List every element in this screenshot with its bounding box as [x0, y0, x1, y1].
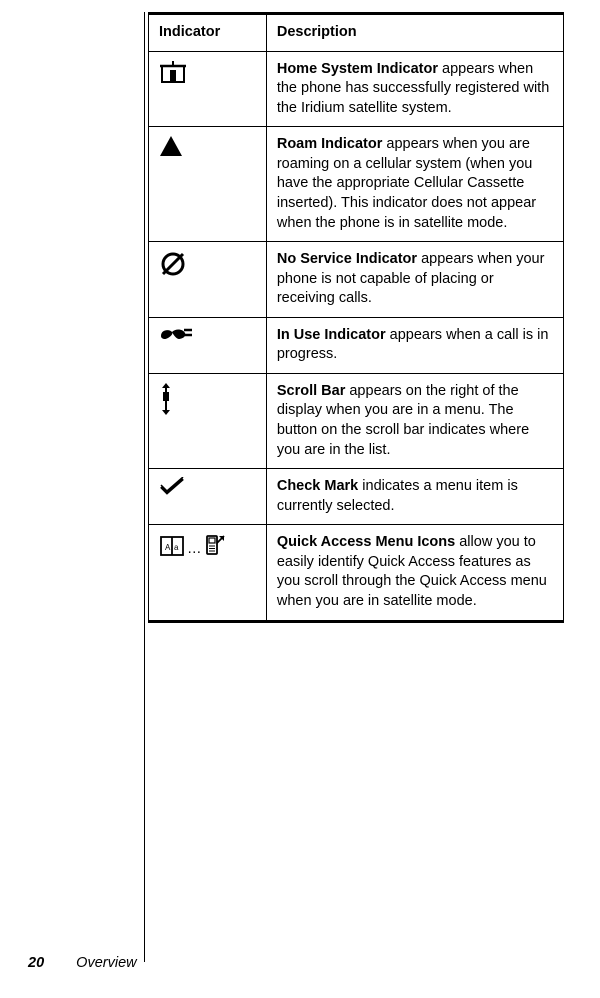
desc-cell: Roam Indicator appears when you are roam… — [266, 127, 563, 242]
icon-cell — [149, 317, 267, 373]
desc-bold: In Use Indicator — [277, 327, 386, 343]
desc-cell: No Service Indicator appears when your p… — [266, 242, 563, 318]
roam-icon — [159, 135, 183, 164]
table-row: No Service Indicator appears when your p… — [149, 242, 564, 318]
indicator-table: Indicator Description — [148, 12, 564, 623]
table-row: Scroll Bar appears on the right of the d… — [149, 373, 564, 468]
icon-cell — [149, 469, 267, 525]
table-header-row: Indicator Description — [149, 14, 564, 52]
desc-cell: Home System Indicator appears when the p… — [266, 51, 563, 127]
home-system-icon — [159, 60, 187, 91]
quick-access-phone-arrow-icon — [204, 533, 226, 564]
icon-cell — [149, 242, 267, 318]
svg-text:A: A — [165, 543, 171, 552]
icon-cell — [149, 127, 267, 242]
margin-rule — [144, 12, 145, 962]
header-indicator: Indicator — [149, 14, 267, 52]
page-number: 20 — [28, 955, 44, 971]
desc-cell: Check Mark indicates a menu item is curr… — [266, 469, 563, 525]
quick-access-ellipsis: … — [185, 541, 204, 557]
icon-cell: A a … — [149, 525, 267, 621]
desc-bold: Quick Access Menu Icons — [277, 534, 455, 550]
table-row: Check Mark indicates a menu item is curr… — [149, 469, 564, 525]
in-use-icon — [159, 326, 193, 353]
no-service-icon — [159, 250, 187, 285]
scroll-bar-icon — [159, 382, 173, 423]
quick-access-book-icon: A a — [159, 535, 185, 564]
page-footer: 20 Overview — [28, 954, 137, 974]
table-row: A a … — [149, 525, 564, 621]
desc-cell: Scroll Bar appears on the right of the d… — [266, 373, 563, 468]
section-title: Overview — [76, 955, 136, 971]
desc-cell: In Use Indicator appears when a call is … — [266, 317, 563, 373]
desc-bold: Roam Indicator — [277, 136, 383, 152]
icon-cell — [149, 373, 267, 468]
table-row: In Use Indicator appears when a call is … — [149, 317, 564, 373]
document-page: Indicator Description — [0, 0, 600, 998]
table-row: Home System Indicator appears when the p… — [149, 51, 564, 127]
table-row: Roam Indicator appears when you are roam… — [149, 127, 564, 242]
check-mark-icon — [159, 477, 185, 502]
desc-cell: Quick Access Menu Icons allow you to eas… — [266, 525, 563, 621]
desc-bold: Home System Indicator — [277, 61, 438, 77]
desc-bold: Check Mark — [277, 478, 358, 494]
icon-cell — [149, 51, 267, 127]
desc-bold: No Service Indicator — [277, 251, 417, 267]
svg-text:a: a — [174, 543, 179, 552]
desc-bold: Scroll Bar — [277, 383, 346, 399]
header-description: Description — [266, 14, 563, 52]
